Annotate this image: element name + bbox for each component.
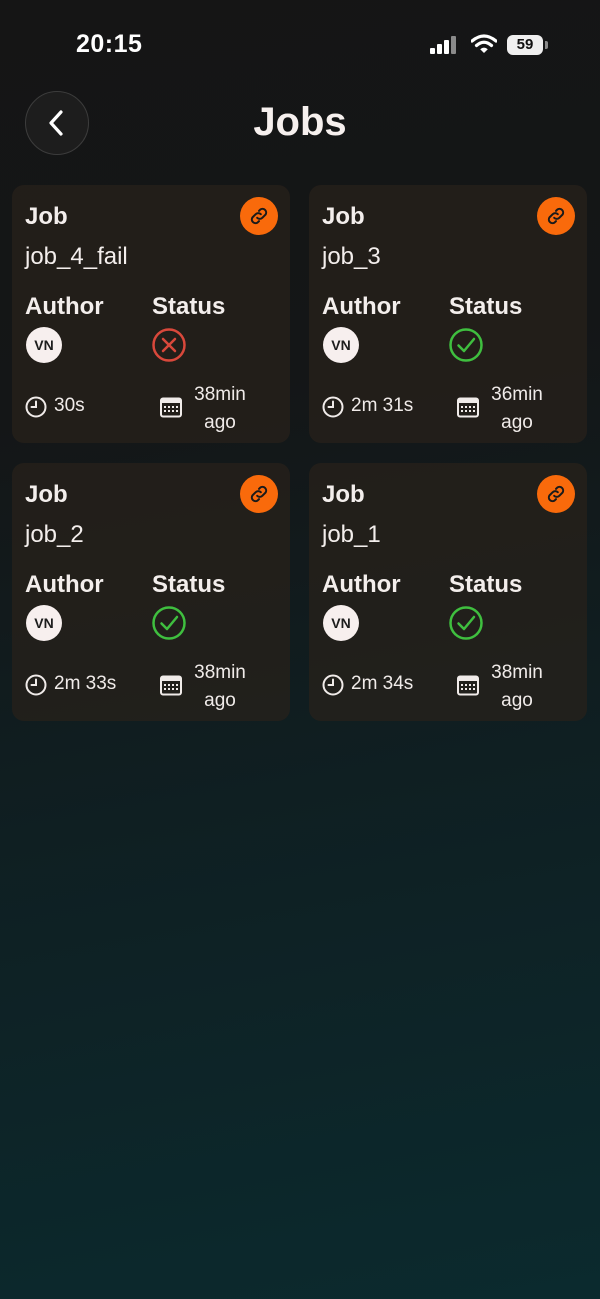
avatar: VN: [26, 605, 62, 641]
job-duration: 2m 34s: [351, 673, 414, 694]
calendar-icon: [457, 675, 479, 696]
link-button[interactable]: [537, 197, 575, 235]
author-heading: Author: [322, 293, 401, 320]
signal-icon: [430, 36, 460, 54]
link-icon: [250, 485, 268, 503]
job-heading: Job: [25, 203, 68, 230]
job-time-ago: 36min ago: [485, 381, 549, 437]
link-button[interactable]: [537, 475, 575, 513]
time-ago-suffix: ago: [204, 412, 236, 433]
success-status-icon: [449, 328, 483, 362]
job-time-ago: 38min ago: [485, 659, 549, 715]
job-card[interactable]: Job job_3 Author Status VN 2m 31s 36min: [309, 185, 587, 443]
calendar-icon: [457, 397, 479, 418]
link-button[interactable]: [240, 197, 278, 235]
job-name: job_1: [322, 521, 381, 548]
job-name: job_2: [25, 521, 84, 548]
clock-icon: [322, 674, 344, 696]
job-card[interactable]: Job job_4_fail Author Status VN 30s 38mi…: [12, 185, 290, 443]
clock-icon: [25, 674, 47, 696]
job-duration: 2m 33s: [54, 673, 117, 694]
time-ago-value: 38min: [491, 662, 543, 683]
wifi-icon: [471, 34, 497, 53]
link-button[interactable]: [240, 475, 278, 513]
time-ago-suffix: ago: [501, 690, 533, 711]
time-ago-value: 36min: [491, 384, 543, 405]
job-card[interactable]: Job job_1 Author Status VN 2m 34s 38min: [309, 463, 587, 721]
battery-icon: 59: [507, 35, 543, 55]
calendar-icon: [160, 675, 182, 696]
success-status-icon: [152, 606, 186, 640]
job-time-ago: 38min ago: [188, 381, 252, 437]
time-ago-value: 38min: [194, 384, 246, 405]
job-duration: 2m 31s: [351, 395, 414, 416]
author-heading: Author: [25, 293, 104, 320]
status-heading: Status: [449, 571, 523, 598]
job-card[interactable]: Job job_2 Author Status VN 2m 33s 38min: [12, 463, 290, 721]
author-heading: Author: [25, 571, 104, 598]
avatar: VN: [323, 605, 359, 641]
failed-status-icon: [152, 328, 186, 362]
status-heading: Status: [449, 293, 523, 320]
clock-icon: [25, 396, 47, 418]
battery-level: 59: [516, 36, 534, 53]
page-title: Jobs: [253, 100, 347, 144]
link-icon: [547, 485, 565, 503]
job-time-ago: 38min ago: [188, 659, 252, 715]
job-duration: 30s: [54, 395, 85, 416]
status-heading: Status: [152, 293, 226, 320]
status-time: 20:15: [76, 30, 143, 58]
link-icon: [250, 207, 268, 225]
job-heading: Job: [322, 481, 365, 508]
job-heading: Job: [322, 203, 365, 230]
battery-nub: [545, 41, 548, 49]
job-name: job_4_fail: [25, 243, 128, 270]
author-heading: Author: [322, 571, 401, 598]
success-status-icon: [449, 606, 483, 640]
time-ago-value: 38min: [194, 662, 246, 683]
clock-icon: [322, 396, 344, 418]
time-ago-suffix: ago: [501, 412, 533, 433]
time-ago-suffix: ago: [204, 690, 236, 711]
avatar: VN: [26, 327, 62, 363]
status-heading: Status: [152, 571, 226, 598]
job-name: job_3: [322, 243, 381, 270]
status-bar: 20:15 59: [0, 0, 600, 90]
avatar: VN: [323, 327, 359, 363]
job-heading: Job: [25, 481, 68, 508]
link-icon: [547, 207, 565, 225]
calendar-icon: [160, 397, 182, 418]
